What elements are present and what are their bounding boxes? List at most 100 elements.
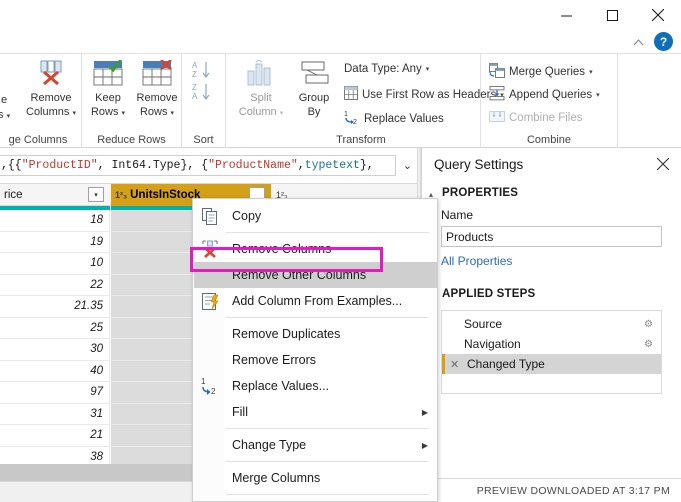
svg-text:Z: Z: [192, 70, 197, 79]
ribbon-group-label-sort: Sort: [193, 134, 214, 146]
cell-price[interactable]: 22: [0, 274, 110, 295]
minimize-button[interactable]: [543, 0, 589, 30]
combine-files-button[interactable]: Combine Files: [489, 109, 583, 127]
remove-rows-button[interactable]: Remove Rows ▾: [132, 59, 182, 121]
merge-queries-label: Merge Queries: [509, 66, 586, 78]
context-menu-item-merge-columns[interactable]: Merge Columns: [194, 465, 438, 491]
group-by-button[interactable]: Group By: [290, 60, 338, 119]
cell-price[interactable]: 25: [0, 317, 110, 338]
formula-token: "ProductName": [208, 159, 298, 172]
submenu-arrow-icon: ▶: [421, 440, 428, 450]
chevron-down-icon: ▾: [425, 66, 430, 73]
status-bar: PREVIEW DOWNLOADED AT 3:17 PM: [422, 478, 681, 502]
cell-price[interactable]: 31: [0, 403, 110, 424]
power-query-editor-window: ? e s ▾ Remove Columns ▾ ge Columns Keep…: [0, 0, 681, 502]
formula-token: ,{{: [1, 159, 22, 172]
chevron-down-icon: ▾: [596, 92, 600, 99]
delete-step-icon[interactable]: ✕: [450, 358, 459, 371]
query-settings-title: Query Settings: [434, 157, 524, 172]
replace-values-icon: 1 2: [344, 109, 360, 128]
context-menu-item-remove-other-columns[interactable]: Remove Other Columns: [194, 262, 438, 288]
context-menu-item-label: Remove Duplicates: [232, 327, 341, 341]
cell-price[interactable]: 18: [0, 210, 110, 231]
properties-heading: PROPERTIES: [442, 187, 519, 199]
formula-token: ,: [297, 159, 305, 172]
applied-step-navigation[interactable]: Navigation ⚙: [442, 334, 661, 354]
remove-columns-button[interactable]: Remove Columns ▾: [20, 60, 82, 121]
window-controls: [543, 0, 681, 30]
append-queries-button[interactable]: Append Queries ▾: [489, 86, 600, 104]
table-header-icon: [344, 86, 358, 103]
context-menu-item-replace-values[interactable]: 1 2 Replace Values...: [194, 373, 438, 399]
cell-price[interactable]: 97: [0, 382, 110, 403]
clipped-label-top: e: [0, 94, 8, 106]
keep-rows-button[interactable]: Keep Rows ▾: [85, 59, 131, 121]
context-menu-separator: [226, 461, 429, 462]
context-menu-item-add-column-from-examples[interactable]: Add Column From Examples...: [194, 288, 438, 314]
replace-values-icon: 12: [198, 375, 222, 397]
context-menu-separator: [226, 317, 429, 318]
formula-token: text: [332, 159, 360, 172]
context-menu-item-label: Merge Columns: [232, 471, 321, 485]
gear-icon[interactable]: ⚙: [644, 319, 653, 330]
split-column-icon: [244, 59, 278, 90]
add-column-icon: [198, 290, 222, 312]
column-header-price-label: rice: [4, 189, 23, 201]
cell-price[interactable]: 10: [0, 253, 110, 274]
use-first-row-as-headers-button[interactable]: Use First Row as Headers ▾: [344, 86, 504, 103]
formula-expand-icon[interactable]: ⌄: [398, 155, 417, 176]
context-menu-item-fill[interactable]: Fill ▶: [194, 399, 438, 425]
copy-icon: [198, 205, 222, 227]
cell-price[interactable]: 19: [0, 231, 110, 252]
replace-values-button[interactable]: 1 2 Replace Values: [344, 109, 444, 128]
context-menu-item-label: Change Type: [232, 438, 307, 452]
filter-button-price[interactable]: ▾: [88, 187, 104, 202]
context-menu-item-remove-duplicates[interactable]: Remove Duplicates: [194, 321, 438, 347]
split-column-button[interactable]: Split Column ▾: [234, 59, 288, 121]
remove-columns-label-1: Remove: [30, 91, 72, 104]
applied-step-label: Changed Type: [467, 357, 545, 371]
append-queries-icon: [489, 86, 505, 104]
context-menu-item-remove-columns[interactable]: Remove Columns: [194, 236, 438, 262]
column-context-menu: Copy Remove Columns Remove Other Columns Ad…: [192, 198, 438, 502]
ribbon-clipped-button[interactable]: e s ▾: [0, 92, 10, 123]
query-settings-close-icon[interactable]: [655, 156, 671, 172]
collapse-ribbon-icon[interactable]: [630, 34, 646, 50]
cell-price[interactable]: 21.35: [0, 296, 110, 317]
formula-token: , Int64.Type}, {: [97, 159, 209, 172]
formula-token: },: [359, 159, 374, 172]
context-menu-item-change-type[interactable]: Change Type ▶: [194, 432, 438, 458]
help-icon[interactable]: ?: [654, 32, 673, 51]
context-menu-item-remove-errors[interactable]: Remove Errors: [194, 347, 438, 373]
cell-price[interactable]: 40: [0, 360, 110, 381]
ribbon-group-label-manage-columns: ge Columns: [8, 134, 68, 146]
sort-descending-button[interactable]: Z A: [192, 82, 214, 107]
svg-text:2: 2: [211, 387, 216, 395]
ribbon-group-combine: Merge Queries ▾ Append Queries ▾ Combine…: [481, 54, 618, 148]
submenu-arrow-icon: ▶: [421, 407, 428, 417]
append-queries-label: Append Queries: [509, 89, 593, 101]
formula-input[interactable]: ,{{"ProductID", Int64.Type}, {"ProductNa…: [0, 155, 396, 176]
applied-step-changed-type[interactable]: ✕ Changed Type: [442, 354, 661, 374]
data-type-button[interactable]: Data Type: Any ▾: [344, 63, 429, 75]
name-field-label: Name: [441, 208, 474, 222]
cell-price[interactable]: 21: [0, 425, 110, 446]
context-menu-item-label: Add Column From Examples...: [232, 294, 403, 308]
ribbon-group-label-reduce-rows: Reduce Rows: [97, 134, 166, 146]
all-properties-link[interactable]: All Properties: [441, 254, 512, 268]
title-bar: [0, 0, 681, 30]
context-menu-item-group-by[interactable]: Group By...: [194, 498, 438, 502]
svg-text:Z: Z: [192, 83, 197, 92]
applied-steps-list: Source ⚙ Navigation ⚙ ✕ Changed Type: [441, 310, 662, 394]
merge-queries-button[interactable]: Merge Queries ▾: [489, 63, 593, 81]
context-menu-item-copy[interactable]: Copy: [194, 203, 438, 229]
applied-step-source[interactable]: Source ⚙: [442, 314, 661, 334]
gear-icon[interactable]: ⚙: [644, 339, 653, 350]
maximize-button[interactable]: [589, 0, 635, 30]
remove-columns-icon: [36, 60, 66, 90]
close-button[interactable]: [635, 0, 681, 30]
cell-price[interactable]: 30: [0, 339, 110, 360]
group-by-label-1: Group: [298, 91, 330, 104]
applied-steps-heading: APPLIED STEPS: [442, 288, 536, 300]
query-name-input[interactable]: Products: [441, 226, 662, 247]
